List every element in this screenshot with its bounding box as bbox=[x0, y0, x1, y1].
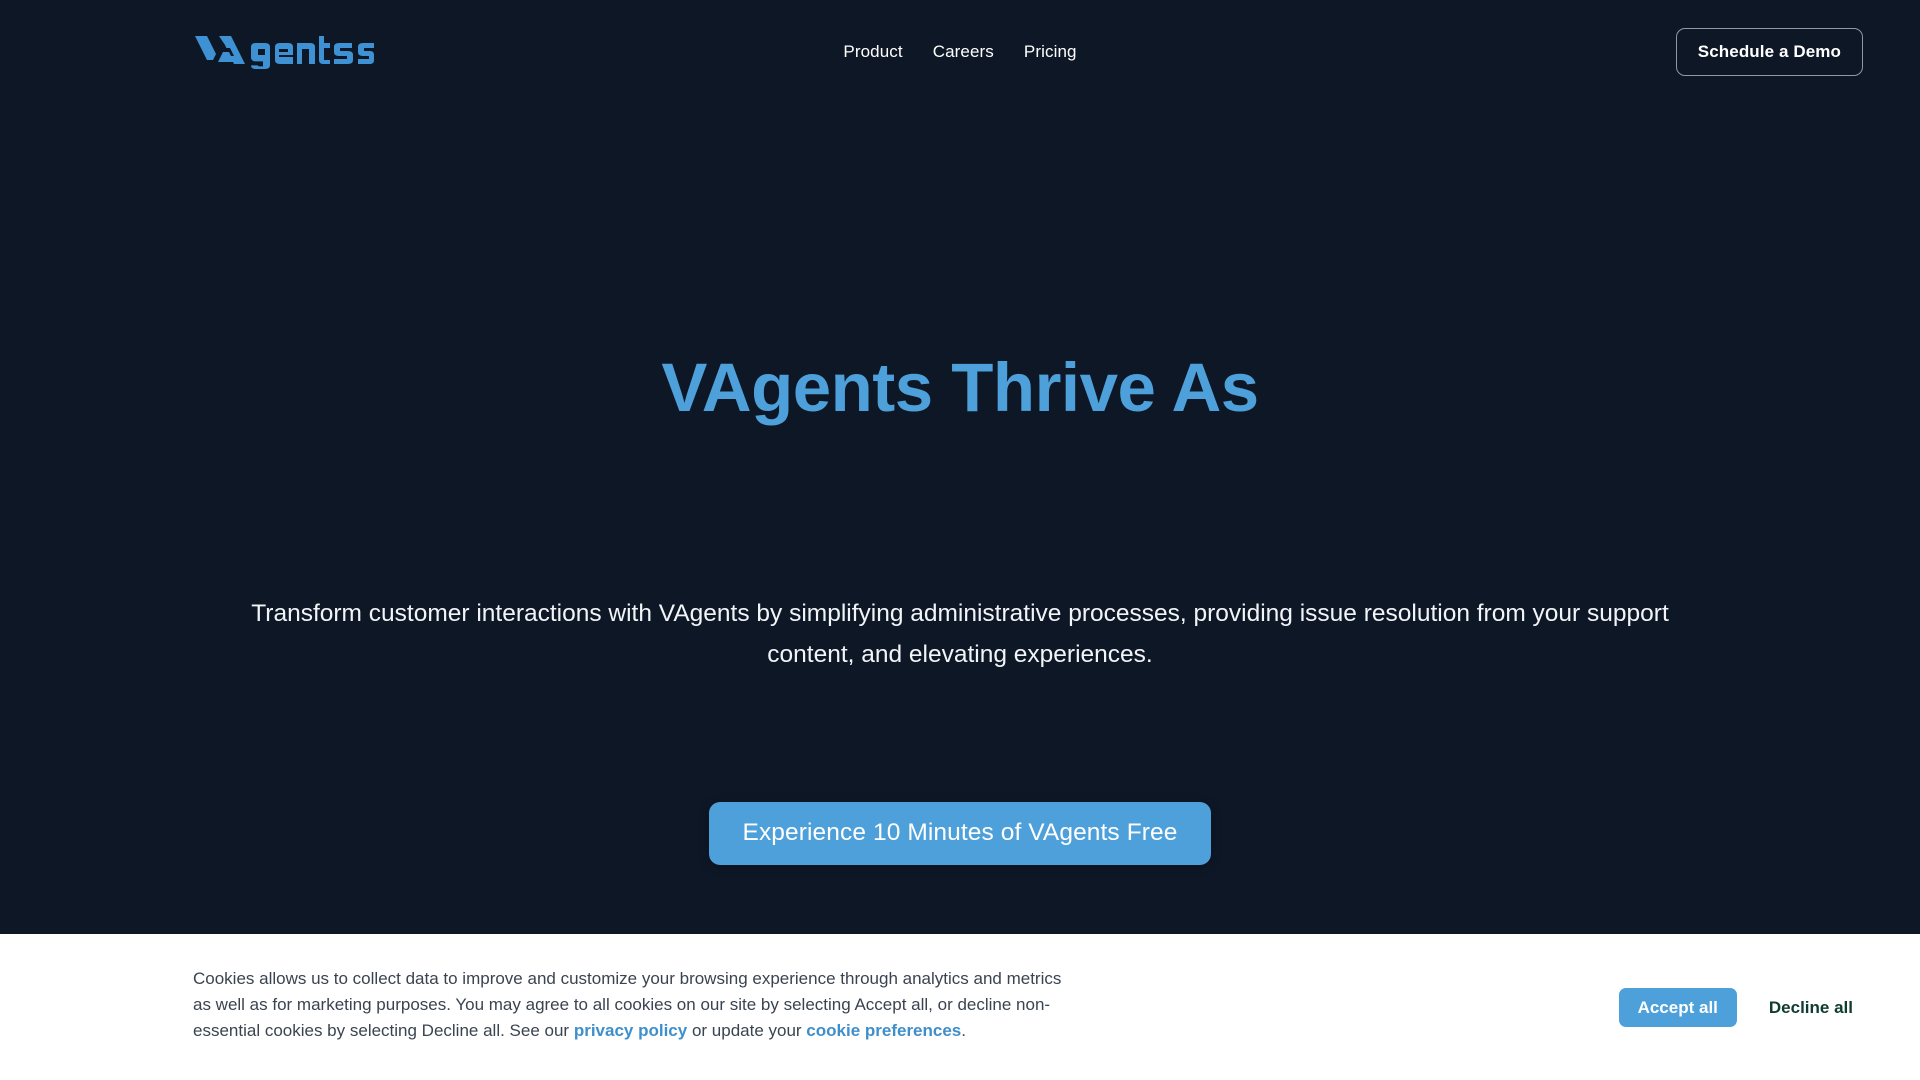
experience-free-trial-button[interactable]: Experience 10 Minutes of VAgents Free bbox=[708, 801, 1212, 865]
page-root: Product Careers Pricing Schedule a Demo … bbox=[0, 0, 1920, 1080]
cookie-preferences-link[interactable]: cookie preferences bbox=[806, 1021, 961, 1040]
decline-all-cookies-button[interactable]: Decline all bbox=[1759, 988, 1863, 1027]
hero-headline: VAgents Thrive As bbox=[661, 349, 1259, 426]
nav-link-pricing[interactable]: Pricing bbox=[1024, 43, 1077, 60]
hero-subheadline: Transform customer interactions with VAg… bbox=[251, 600, 1669, 669]
schedule-demo-button[interactable]: Schedule a Demo bbox=[1675, 27, 1863, 76]
cookie-consent-banner: Cookies allows us to collect data to imp… bbox=[0, 934, 1920, 1080]
cookie-consent-text: Cookies allows us to collect data to imp… bbox=[193, 966, 1083, 1043]
nav-link-careers[interactable]: Careers bbox=[933, 43, 994, 60]
nav-link-product[interactable]: Product bbox=[843, 43, 902, 60]
accept-all-cookies-button[interactable]: Accept all bbox=[1618, 988, 1737, 1027]
vagents-wordmark-logo bbox=[195, 35, 374, 69]
cookie-text-middle: or update your bbox=[687, 1020, 807, 1040]
privacy-policy-link[interactable]: privacy policy bbox=[574, 1021, 687, 1040]
site-header: Product Careers Pricing Schedule a Demo bbox=[0, 0, 1920, 103]
cookie-text-end: . bbox=[961, 1020, 966, 1040]
brand-logo-link[interactable] bbox=[193, 33, 378, 71]
hero-cta-container: Experience 10 Minutes of VAgents Free bbox=[708, 801, 1212, 865]
header-actions: Schedule a Demo bbox=[1675, 27, 1863, 76]
cookie-banner-actions: Accept all Decline all bbox=[1618, 966, 1863, 1027]
